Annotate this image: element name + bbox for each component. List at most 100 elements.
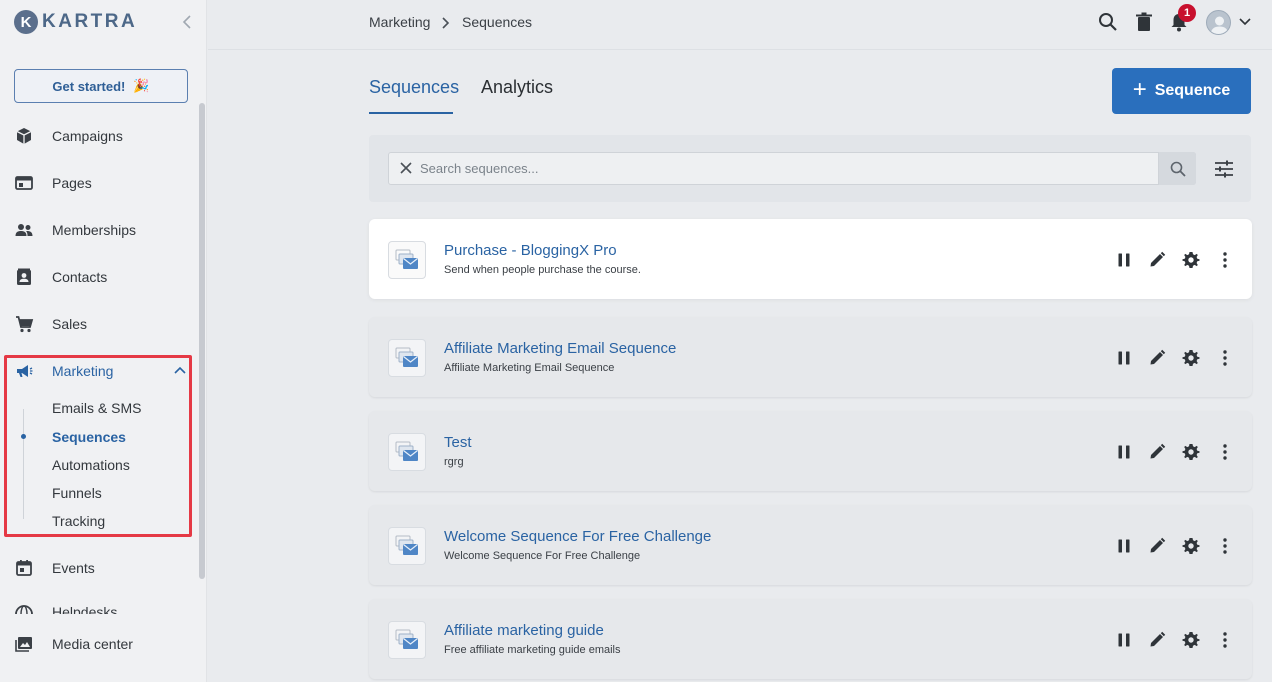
more-vertical-button[interactable]: [1215, 442, 1235, 462]
edit-pencil-icon: [1148, 443, 1166, 461]
logo-mark: K: [14, 10, 38, 34]
gear-icon: [1182, 537, 1200, 555]
sidebar-item-label: Campaigns: [52, 128, 123, 144]
pause-button[interactable]: [1114, 630, 1134, 650]
sequence-title[interactable]: Test: [444, 434, 472, 451]
tab-sequences[interactable]: Sequences: [369, 77, 459, 101]
edit-pencil-button[interactable]: [1147, 348, 1167, 368]
sequence-description: Send when people purchase the course.: [444, 264, 641, 276]
filter-sliders-icon[interactable]: [1213, 158, 1235, 180]
sequence-card[interactable]: Welcome Sequence For Free Challenge Welco…: [369, 505, 1252, 585]
email-sequence-icon: [395, 535, 418, 555]
gear-icon: [1182, 349, 1200, 367]
logo-text: KARTRA: [42, 11, 138, 32]
edit-pencil-icon: [1148, 631, 1166, 649]
edit-pencil-icon: [1148, 251, 1166, 269]
gear-button[interactable]: [1181, 630, 1201, 650]
sequence-title[interactable]: Welcome Sequence For Free Challenge: [444, 528, 711, 545]
pause-button[interactable]: [1114, 348, 1134, 368]
sidebar-item-media-center[interactable]: Media center: [0, 629, 195, 659]
globe-icon: [15, 605, 33, 614]
sequence-card[interactable]: Purchase - BloggingX Pro Send when people…: [369, 219, 1252, 299]
image-icon: [15, 637, 32, 652]
sidebar-item-memberships[interactable]: Memberships: [0, 215, 195, 245]
sidebar-item-label: Pages: [52, 175, 92, 191]
more-vertical-icon: [1216, 349, 1234, 367]
collapse-sidebar-icon[interactable]: [180, 12, 194, 32]
sequence-card[interactable]: Affiliate Marketing Email Sequence Affili…: [369, 317, 1252, 397]
gear-button[interactable]: [1181, 250, 1201, 270]
sequence-description: Free affiliate marketing guide emails: [444, 644, 621, 656]
sequence-card[interactable]: Test rgrg: [369, 411, 1252, 491]
avatar[interactable]: [1206, 10, 1231, 35]
pause-icon: [1115, 349, 1133, 367]
trash-icon[interactable]: [1133, 11, 1155, 33]
browser-icon: [15, 176, 33, 190]
sequence-thumbnail: [388, 621, 426, 659]
sidebar-item-pages[interactable]: Pages: [0, 168, 195, 198]
pause-button[interactable]: [1114, 250, 1134, 270]
sidebar-item-label: Memberships: [52, 222, 137, 238]
email-sequence-icon: [395, 347, 418, 367]
sequence-thumbnail: [388, 433, 426, 471]
more-vertical-icon: [1216, 251, 1234, 269]
edit-pencil-button[interactable]: [1147, 630, 1167, 650]
sidebar-item-contacts[interactable]: Contacts: [0, 262, 195, 292]
edit-pencil-button[interactable]: [1147, 536, 1167, 556]
edit-pencil-button[interactable]: [1147, 250, 1167, 270]
pause-icon: [1115, 251, 1133, 269]
get-started-button[interactable]: Get started! 🎉: [14, 69, 188, 103]
sequence-thumbnail: [388, 241, 426, 279]
gear-icon: [1182, 631, 1200, 649]
sequence-title[interactable]: Affiliate marketing guide: [444, 622, 604, 639]
gear-button[interactable]: [1181, 348, 1201, 368]
pause-button[interactable]: [1114, 442, 1134, 462]
gear-button[interactable]: [1181, 442, 1201, 462]
email-sequence-icon: [395, 249, 418, 269]
more-vertical-icon: [1216, 631, 1234, 649]
breadcrumb-marketing[interactable]: Marketing: [369, 14, 430, 30]
add-sequence-label: Sequence: [1154, 82, 1231, 99]
sidebar-item-helpdesks[interactable]: Helpdesks: [52, 604, 117, 614]
sidebar-item-campaigns[interactable]: Campaigns: [0, 121, 195, 151]
email-sequence-icon: [395, 441, 418, 461]
gear-button[interactable]: [1181, 536, 1201, 556]
gear-icon: [1182, 251, 1200, 269]
search-icon[interactable]: [1097, 11, 1119, 33]
clear-search-icon[interactable]: [398, 160, 414, 176]
pause-button[interactable]: [1114, 536, 1134, 556]
chevron-right-icon: [442, 17, 450, 29]
chevron-down-icon[interactable]: [1238, 16, 1252, 28]
tab-analytics[interactable]: Analytics: [481, 77, 553, 101]
search-input[interactable]: [420, 153, 1150, 184]
notification-badge: 1: [1178, 4, 1196, 22]
sequence-description: Affiliate Marketing Email Sequence: [444, 362, 615, 374]
breadcrumb-sequences: Sequences: [462, 14, 533, 30]
edit-pencil-button[interactable]: [1147, 442, 1167, 462]
kartra-logo[interactable]: K KARTRA: [14, 10, 137, 34]
search-icon: [1170, 161, 1186, 177]
more-vertical-button[interactable]: [1215, 348, 1235, 368]
sidebar-item-sales[interactable]: Sales: [0, 309, 195, 339]
more-vertical-button[interactable]: [1215, 250, 1235, 270]
add-sequence-button[interactable]: + Sequence: [1112, 68, 1251, 114]
party-icon: 🎉: [133, 78, 150, 93]
pause-icon: [1115, 537, 1133, 555]
sidebar-item-label: Media center: [52, 636, 133, 652]
sequence-description: Welcome Sequence For Free Challenge: [444, 550, 641, 562]
gear-icon: [1182, 443, 1200, 461]
marketing-highlight-box: [4, 355, 192, 537]
edit-pencil-icon: [1148, 349, 1166, 367]
sequence-card[interactable]: Affiliate marketing guide Free affiliate …: [369, 599, 1252, 679]
sidebar-item-events[interactable]: Events: [0, 553, 195, 583]
people-icon: [15, 224, 33, 236]
more-vertical-icon: [1216, 443, 1234, 461]
sequence-title[interactable]: Purchase - BloggingX Pro: [444, 242, 617, 259]
sequence-title[interactable]: Affiliate Marketing Email Sequence: [444, 340, 676, 357]
search-button[interactable]: [1158, 152, 1196, 185]
email-sequence-icon: [395, 629, 418, 649]
sequence-thumbnail: [388, 339, 426, 377]
more-vertical-button[interactable]: [1215, 536, 1235, 556]
sidebar-scrollbar[interactable]: [199, 103, 205, 579]
more-vertical-button[interactable]: [1215, 630, 1235, 650]
